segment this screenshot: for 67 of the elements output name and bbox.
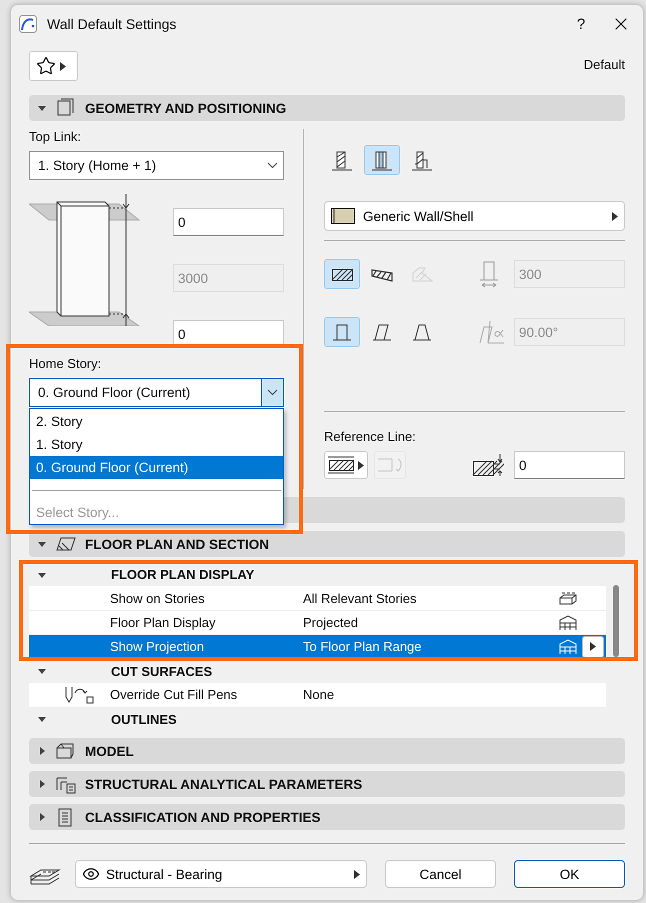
cancel-button[interactable]: Cancel [385,860,496,888]
app-logo-icon [19,15,37,33]
story-option[interactable]: 1. Story [30,433,283,456]
expand-arrow-icon[interactable] [37,779,47,789]
top-offset-field[interactable]: 0 [173,208,284,236]
star-icon [36,56,56,76]
reference-line-button[interactable] [324,451,368,479]
caret-icon [354,870,360,878]
property-icon [558,638,578,656]
property-label: Floor Plan Display [110,615,216,630]
favorite-name: Default [584,57,625,74]
wall-structure-icon [411,149,433,171]
window-title: Wall Default Settings [47,16,178,32]
field-label: Reference Line: [324,429,417,446]
story-option[interactable]: 0. Ground Floor (Current) [30,456,283,479]
property-label: Show on Stories [110,590,206,606]
layer-select[interactable]: Structural - Bearing [75,860,367,888]
collapse-arrow-icon[interactable] [37,666,47,676]
home-story-select[interactable]: 0. Ground Floor (Current) [29,378,284,407]
property-value: Projected [303,615,359,630]
section-header[interactable]: MODEL [29,738,625,764]
property-row[interactable]: Show on Stories All Relevant Stories [29,586,606,611]
chevron-down-icon [267,389,278,396]
collapse-arrow-icon[interactable] [37,714,47,724]
caret-icon [612,212,618,220]
story-option[interactable]: 2. Story [30,410,283,433]
angle-icon [478,319,506,345]
wall-shape-toggle[interactable] [324,259,360,289]
top-link-select[interactable]: 1. Story (Home + 1) [29,151,284,180]
material-swatch-icon [331,208,355,224]
chevron-down-icon [266,162,278,169]
property-label: Override Cut Fill Pens [110,687,238,702]
wall-structure-icon [371,149,393,171]
offset-field[interactable]: 0 [514,451,625,479]
ok-button[interactable]: OK [514,860,625,888]
help-button[interactable]: ? [561,16,601,32]
profile-toggle[interactable] [324,317,360,347]
property-row[interactable]: Override Cut Fill Pens None [29,683,606,708]
scrollbar-thumb[interactable] [612,585,618,657]
property-value: To Floor Plan Range [303,639,423,654]
material-select[interactable]: Generic Wall/Shell [324,201,625,231]
section-header[interactable]: FLOOR PLAN AND SECTION [29,531,625,557]
property-value: All Relevant Stories [303,590,418,606]
section-header[interactable]: GEOMETRY AND POSITIONING [29,95,625,121]
expand-arrow-icon[interactable] [37,746,47,756]
caret-icon [358,460,364,470]
section-header[interactable]: STRUCTURAL ANALYTICAL PARAMETERS [29,771,625,797]
wall-structure-icon [331,149,353,171]
collapse-arrow-icon[interactable] [37,103,47,113]
expand-arrow-icon[interactable] [37,812,47,822]
offset-icon [472,452,504,478]
property-row[interactable]: Floor Plan Display Projected [29,610,606,636]
field-label: Home Story: [29,356,102,373]
eye-icon [82,865,100,883]
caret-icon [590,642,596,652]
property-label: Show Projection [110,639,205,654]
field-label: Top Link: [29,129,82,146]
option-button[interactable] [582,636,604,658]
thickness-icon [478,260,500,288]
property-icon [558,614,578,632]
section-header[interactable]: CLASSIFICATION AND PROPERTIES [29,804,625,830]
favorites-button[interactable] [29,51,78,81]
collapse-arrow-icon[interactable] [37,539,47,549]
property-value: None [303,687,336,702]
caret-icon [60,62,66,70]
structure-toggle[interactable] [364,145,400,175]
hatched-wall-icon [328,455,354,475]
